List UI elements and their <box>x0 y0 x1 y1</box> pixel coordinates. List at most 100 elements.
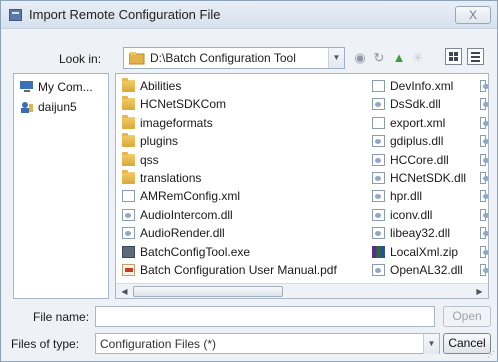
file-item[interactable]: iconv.dll <box>372 208 432 224</box>
file-name: OpenAL32.dll <box>390 263 463 277</box>
document-icon <box>372 80 385 92</box>
file-name: translations <box>140 171 202 185</box>
file-item[interactable]: HCNetSDK.dll <box>372 171 466 187</box>
dll-icon <box>480 208 488 221</box>
document-icon <box>122 190 135 203</box>
lookin-combo[interactable]: D:\Batch Configuration Tool ▼ <box>123 47 345 69</box>
details-view-icon[interactable] <box>467 48 484 65</box>
file-list[interactable]: Abilities HCNetSDKCom imageformats plugins q… <box>115 73 489 299</box>
file-icon-clipped <box>480 189 488 205</box>
dll-icon <box>480 153 488 166</box>
new-folder-icon[interactable]: ✳ <box>409 49 427 67</box>
file-item[interactable]: DsSdk.dll <box>372 97 441 113</box>
file-item[interactable]: LocalXml.zip <box>372 245 458 261</box>
chevron-down-icon[interactable]: ▼ <box>423 334 439 354</box>
filetype-combo[interactable]: Configuration Files (*) ▼ <box>95 333 440 354</box>
file-item[interactable]: Batch Configuration User Manual.pdf <box>122 263 337 279</box>
file-name: imageformats <box>140 115 213 130</box>
file-item[interactable]: BatchConfigTool.exe <box>122 245 250 261</box>
scroll-thumb[interactable] <box>133 286 283 297</box>
file-item[interactable]: imageformats <box>122 114 213 132</box>
file-item[interactable]: AudioRender.dll <box>122 226 225 242</box>
file-name: AMRemConfig.xml <box>140 189 241 204</box>
zip-icon <box>372 245 385 258</box>
file-icon-clipped <box>480 134 488 150</box>
file-item[interactable]: gdiplus.dll <box>372 134 443 150</box>
filetype-value: Configuration Files (*) <box>100 337 217 351</box>
scroll-left-icon[interactable]: ◀ <box>117 285 132 298</box>
file-item[interactable]: translations <box>122 170 202 187</box>
dll-icon <box>480 116 488 129</box>
file-item[interactable]: plugins <box>122 133 179 150</box>
up-folder-icon[interactable]: ▲ <box>390 49 408 67</box>
file-name: Abilities <box>140 79 182 93</box>
dll-icon <box>372 172 385 184</box>
file-name: DsSdk.dll <box>390 97 441 112</box>
file-icon-clipped <box>480 245 488 261</box>
file-name: plugins <box>140 134 179 149</box>
file-icon-clipped <box>480 79 488 95</box>
filetype-label: Files of type: <box>11 337 80 351</box>
pdf-icon <box>122 264 135 276</box>
file-name: HCNetSDK.dll <box>390 171 467 185</box>
window-icon <box>9 9 22 21</box>
file-icon-clipped <box>480 116 488 132</box>
sidebar-item-label: My Com... <box>38 80 93 94</box>
computer-icon <box>20 81 34 93</box>
file-icon-clipped <box>480 263 488 279</box>
file-item[interactable]: HCNetSDKCom <box>122 96 226 113</box>
file-item[interactable]: OpenAL32.dll <box>372 263 463 279</box>
user-icon <box>20 101 34 113</box>
places-sidebar: My Com... daijun5 <box>13 73 109 299</box>
file-item[interactable]: export.xml <box>372 116 445 132</box>
sidebar-item-computer[interactable]: My Com... <box>20 80 93 96</box>
list-view-icon[interactable] <box>445 48 462 65</box>
dll-icon <box>372 190 385 203</box>
dll-icon <box>372 264 385 276</box>
lookin-label: Look in: <box>59 52 102 66</box>
file-icon-clipped <box>480 226 488 242</box>
file-item[interactable]: AMRemConfig.xml <box>122 189 240 205</box>
folder-icon <box>128 51 145 68</box>
file-name: Batch Configuration User Manual.pdf <box>140 263 337 277</box>
file-icon-clipped <box>480 171 488 187</box>
dll-icon <box>480 227 488 240</box>
scroll-right-icon[interactable]: ▶ <box>472 285 487 298</box>
forward-icon[interactable]: ↻ <box>370 49 388 67</box>
close-button[interactable]: X <box>455 6 491 24</box>
filename-input[interactable] <box>95 306 435 327</box>
sidebar-item-user[interactable]: daijun5 <box>20 100 77 116</box>
folder-icon <box>122 96 135 111</box>
folder-icon <box>122 170 135 184</box>
file-name: LocalXml.zip <box>390 244 459 259</box>
document-icon <box>372 116 385 129</box>
file-item[interactable]: Abilities <box>122 78 182 95</box>
file-item[interactable]: DevInfo.xml <box>372 79 453 95</box>
open-button[interactable]: Open <box>443 306 491 327</box>
title-bar: Import Remote Configuration File X <box>1 1 497 29</box>
file-name: BatchConfigTool.exe <box>140 244 251 259</box>
resize-grip-icon[interactable]: ⋰ <box>487 351 495 359</box>
cancel-button[interactable]: Cancel <box>443 333 491 354</box>
dll-icon <box>372 135 385 148</box>
sidebar-item-label: daijun5 <box>38 100 77 114</box>
file-name: HCCore.dll <box>390 152 449 167</box>
dll-icon <box>480 98 488 111</box>
file-item[interactable]: HCCore.dll <box>372 153 449 169</box>
chevron-down-icon[interactable]: ▼ <box>328 48 344 68</box>
file-item[interactable]: hpr.dll <box>372 189 422 205</box>
file-name: AudioIntercom.dll <box>140 207 233 222</box>
dll-icon <box>122 208 135 221</box>
dll-icon <box>480 135 488 148</box>
filename-label: File name: <box>33 310 90 324</box>
dll-icon <box>480 190 488 203</box>
application-icon <box>122 245 135 258</box>
import-dialog: Import Remote Configuration File X Look … <box>0 0 498 362</box>
dll-icon <box>480 245 488 258</box>
file-item[interactable]: libeay32.dll <box>372 226 450 242</box>
file-item[interactable]: qss <box>122 151 159 169</box>
horizontal-scrollbar[interactable]: ◀ ▶ <box>116 283 488 298</box>
file-item[interactable]: AudioIntercom.dll <box>122 208 233 224</box>
back-icon[interactable]: ◉ <box>351 49 369 67</box>
file-name: AudioRender.dll <box>140 226 225 241</box>
